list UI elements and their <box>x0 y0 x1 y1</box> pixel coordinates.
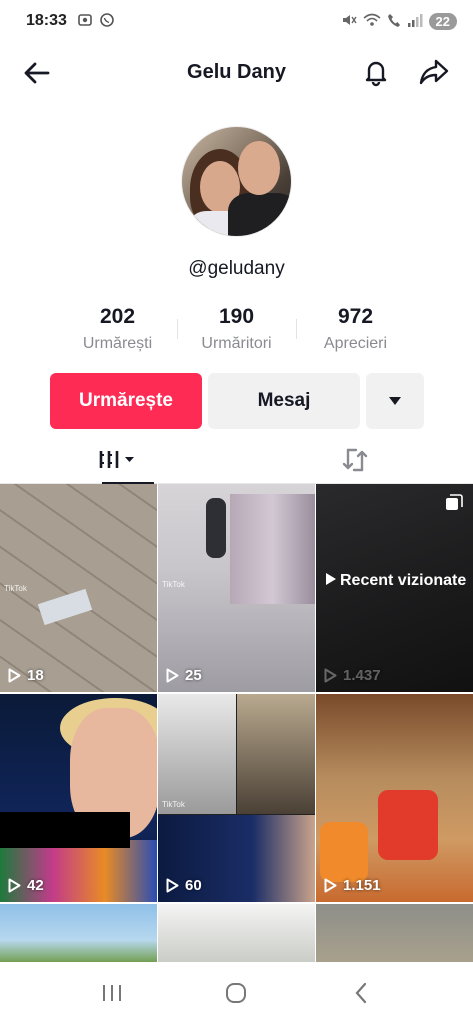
play-icon <box>8 668 21 683</box>
back-button[interactable] <box>20 56 54 90</box>
notifications-button[interactable] <box>359 55 393 89</box>
view-count: 1.437 <box>324 667 381 684</box>
recent-apps-button[interactable] <box>82 973 142 1013</box>
call-icon <box>387 12 401 31</box>
photo-carousel-icon <box>445 494 463 517</box>
stat-label: Aprecieri <box>323 335 388 352</box>
tiktok-watermark: TikTok <box>162 580 185 589</box>
video-grid-icon <box>99 450 135 468</box>
video-thumbnail[interactable] <box>0 904 157 964</box>
stat-followers[interactable]: 190 Urmăritori <box>177 305 296 353</box>
system-back-button[interactable] <box>331 973 391 1013</box>
content-tabs <box>0 436 473 484</box>
message-button[interactable]: Mesaj <box>208 373 360 429</box>
video-thumbnail[interactable]: TikTok 60 <box>158 694 315 902</box>
battery-indicator: 22 <box>428 12 457 30</box>
bell-icon <box>365 61 387 87</box>
tab-videos[interactable] <box>0 436 237 484</box>
stat-label: Urmărești <box>82 335 153 352</box>
mute-icon <box>341 12 357 31</box>
stat-likes[interactable]: 972 Aprecieri <box>296 305 415 353</box>
share-button[interactable] <box>417 55 451 89</box>
status-bar: 18:33 22 <box>0 0 473 42</box>
avatar[interactable] <box>181 126 292 237</box>
wifi-icon <box>363 12 381 31</box>
video-thumbnail[interactable]: 42 <box>0 694 157 902</box>
video-grid: TikTok 18 TikTok 25 Recent vizionate 1.4… <box>0 484 473 964</box>
view-count: 1.151 <box>324 877 381 894</box>
video-thumbnail[interactable] <box>158 904 315 964</box>
view-count: 42 <box>8 877 44 894</box>
tiktok-watermark: TikTok <box>4 584 27 593</box>
play-icon <box>166 668 179 683</box>
tiktok-watermark: TikTok <box>162 800 185 809</box>
signal-icon <box>407 13 423 30</box>
video-thumbnail[interactable]: TikTok 18 <box>0 484 157 692</box>
repost-icon <box>342 448 367 471</box>
play-triangle-icon <box>326 573 336 585</box>
top-nav: Gelu Dany <box>0 48 473 96</box>
play-icon <box>166 878 179 893</box>
view-count: 25 <box>166 667 202 684</box>
home-icon <box>226 983 247 1003</box>
page-title: Gelu Dany <box>187 60 286 83</box>
clock: 18:33 <box>26 12 67 29</box>
follow-button[interactable]: Urmărește <box>50 373 202 429</box>
caret-down-icon <box>389 397 401 405</box>
chevron-left-icon <box>355 982 366 1004</box>
username: @geludany <box>188 258 285 279</box>
play-icon <box>8 878 21 893</box>
video-thumbnail[interactable] <box>316 904 473 964</box>
video-thumbnail[interactable]: Recent vizionate 1.437 <box>316 484 473 692</box>
profile-stats: 202 Urmărești 190 Urmăritori 972 Aprecie… <box>58 305 415 353</box>
tab-reposts[interactable] <box>237 436 473 483</box>
share-arrow-icon <box>419 59 449 85</box>
view-count: 18 <box>8 667 44 684</box>
video-thumbnail[interactable]: 1.151 <box>316 694 473 902</box>
play-icon <box>324 668 337 683</box>
whatsapp-icon <box>99 12 115 31</box>
recently-watched-label: Recent vizionate <box>326 570 466 591</box>
recent-apps-icon <box>103 985 122 1001</box>
stat-label: Urmăritori <box>201 335 272 352</box>
video-thumbnail[interactable]: TikTok 25 <box>158 484 315 692</box>
system-nav-bar <box>0 962 473 1024</box>
view-count: 60 <box>166 877 202 894</box>
stat-value: 202 <box>99 305 136 328</box>
play-icon <box>324 878 337 893</box>
stat-following[interactable]: 202 Urmărești <box>58 305 177 353</box>
home-button[interactable] <box>206 973 266 1013</box>
suggestions-dropdown-button[interactable] <box>366 373 424 429</box>
profile-actions: Urmărește Mesaj <box>50 373 424 429</box>
stat-value: 190 <box>218 305 255 328</box>
screenshot-icon <box>77 12 93 31</box>
stat-value: 972 <box>337 305 374 328</box>
back-arrow-icon <box>24 62 50 84</box>
